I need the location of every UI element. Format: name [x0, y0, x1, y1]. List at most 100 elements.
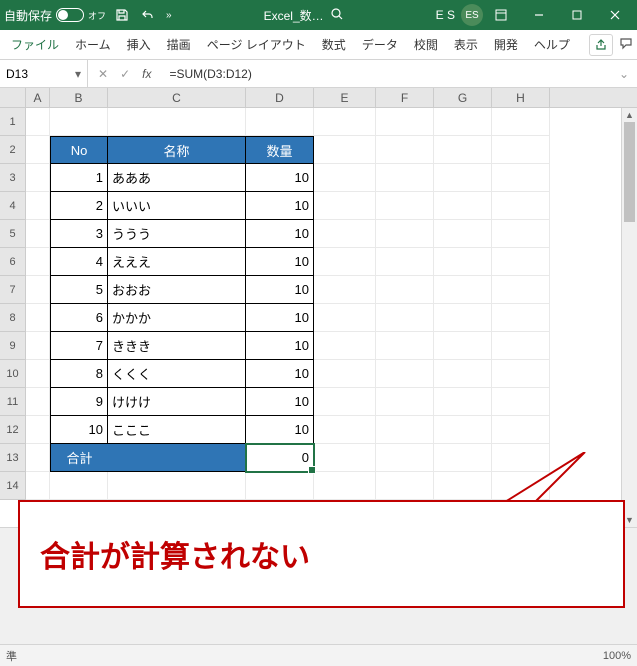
cell[interactable]	[314, 192, 376, 220]
cell[interactable]	[434, 136, 492, 164]
cell[interactable]	[376, 360, 434, 388]
cell[interactable]: くくく	[108, 360, 246, 388]
maximize-icon[interactable]	[559, 0, 595, 30]
cell[interactable]	[434, 332, 492, 360]
cancel-formula-icon[interactable]: ✕	[98, 67, 108, 81]
formula-expand-icon[interactable]: ⌄	[611, 67, 637, 81]
cell[interactable]	[376, 164, 434, 192]
cell[interactable]	[26, 472, 50, 500]
cell[interactable]	[26, 332, 50, 360]
cell[interactable]	[314, 276, 376, 304]
cell[interactable]	[376, 444, 434, 472]
enter-formula-icon[interactable]: ✓	[120, 67, 130, 81]
cell[interactable]: 10	[246, 304, 314, 332]
cell[interactable]: 2	[50, 192, 108, 220]
cell[interactable]	[246, 108, 314, 136]
cell[interactable]	[26, 164, 50, 192]
cell[interactable]	[434, 360, 492, 388]
cell[interactable]	[26, 388, 50, 416]
cell[interactable]: いいい	[108, 192, 246, 220]
col-header-A[interactable]: A	[26, 88, 50, 107]
cell[interactable]	[492, 248, 550, 276]
tab-insert[interactable]: 挿入	[120, 32, 158, 57]
cell[interactable]	[492, 416, 550, 444]
cell[interactable]	[376, 416, 434, 444]
cell[interactable]	[376, 248, 434, 276]
cell[interactable]: 7	[50, 332, 108, 360]
header-name[interactable]: 名称	[108, 136, 246, 164]
cell[interactable]	[314, 248, 376, 276]
cell[interactable]	[376, 388, 434, 416]
cell[interactable]	[492, 360, 550, 388]
col-header-H[interactable]: H	[492, 88, 550, 107]
cell[interactable]	[376, 332, 434, 360]
cell[interactable]	[492, 332, 550, 360]
row-header[interactable]: 13	[0, 444, 26, 472]
cell[interactable]	[26, 304, 50, 332]
row-header[interactable]: 6	[0, 248, 26, 276]
cell[interactable]	[26, 108, 50, 136]
cell[interactable]	[434, 276, 492, 304]
tab-file[interactable]: ファイル	[4, 32, 66, 57]
cell[interactable]	[26, 360, 50, 388]
autosave-toggle[interactable]: 自動保存 オフ	[4, 7, 106, 24]
cell[interactable]	[314, 360, 376, 388]
cell[interactable]	[434, 108, 492, 136]
close-icon[interactable]	[597, 0, 633, 30]
cell[interactable]	[376, 136, 434, 164]
row-header[interactable]: 5	[0, 220, 26, 248]
cell[interactable]	[492, 192, 550, 220]
cell[interactable]	[492, 304, 550, 332]
tab-view[interactable]: 表示	[447, 32, 485, 57]
cell[interactable]	[26, 192, 50, 220]
cell[interactable]	[434, 304, 492, 332]
cell[interactable]	[314, 472, 376, 500]
vertical-scrollbar[interactable]: ▲ ▼	[621, 108, 637, 527]
col-header-B[interactable]: B	[50, 88, 108, 107]
cell[interactable]	[434, 192, 492, 220]
cell[interactable]: 10	[246, 220, 314, 248]
chevron-down-icon[interactable]: ▾	[75, 67, 81, 81]
cell[interactable]	[492, 164, 550, 192]
cell[interactable]	[314, 108, 376, 136]
row-header[interactable]: 1	[0, 108, 26, 136]
tab-formulas[interactable]: 数式	[315, 32, 353, 57]
cell[interactable]	[314, 332, 376, 360]
cell[interactable]	[108, 444, 246, 472]
cell[interactable]	[314, 444, 376, 472]
undo-icon[interactable]	[140, 7, 156, 23]
cell[interactable]	[376, 304, 434, 332]
cell[interactable]: こここ	[108, 416, 246, 444]
row-header[interactable]: 7	[0, 276, 26, 304]
cell[interactable]: 9	[50, 388, 108, 416]
search-icon[interactable]	[330, 7, 344, 24]
row-header[interactable]: 2	[0, 136, 26, 164]
col-header-G[interactable]: G	[434, 88, 492, 107]
cell[interactable]	[376, 472, 434, 500]
cell[interactable]	[26, 444, 50, 472]
share-button[interactable]	[589, 34, 613, 56]
tab-page-layout[interactable]: ページ レイアウト	[200, 32, 313, 57]
cell[interactable]	[376, 192, 434, 220]
row-header[interactable]: 10	[0, 360, 26, 388]
row-header[interactable]: 3	[0, 164, 26, 192]
cell[interactable]	[492, 388, 550, 416]
cell[interactable]: 10	[246, 192, 314, 220]
row-header[interactable]: 8	[0, 304, 26, 332]
cell[interactable]: けけけ	[108, 388, 246, 416]
cell[interactable]: 10	[246, 360, 314, 388]
cell[interactable]	[492, 136, 550, 164]
cell[interactable]	[314, 416, 376, 444]
cell[interactable]	[434, 248, 492, 276]
fx-icon[interactable]: fx	[142, 67, 151, 81]
ribbon-display-icon[interactable]	[483, 0, 519, 30]
cell[interactable]: ききき	[108, 332, 246, 360]
cell[interactable]: 10	[50, 416, 108, 444]
cell[interactable]	[26, 220, 50, 248]
scrollbar-thumb[interactable]	[624, 122, 635, 222]
save-icon[interactable]	[114, 7, 130, 23]
cell[interactable]	[434, 388, 492, 416]
cell[interactable]	[314, 220, 376, 248]
cell[interactable]: 6	[50, 304, 108, 332]
col-header-F[interactable]: F	[376, 88, 434, 107]
